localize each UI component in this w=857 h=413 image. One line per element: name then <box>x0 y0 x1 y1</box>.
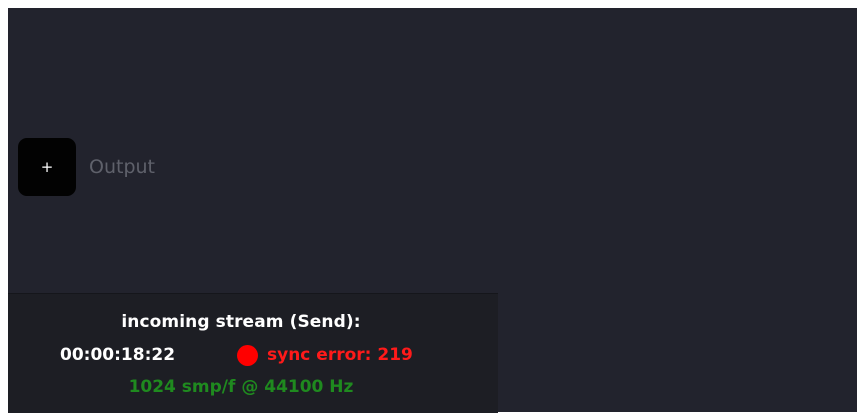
main-panel: + Output <box>8 8 857 293</box>
app-window: + Output incoming stream (Send): 00:00:1… <box>0 0 857 413</box>
plus-icon: + <box>40 157 54 176</box>
timecode: 00:00:18:22 <box>60 345 176 365</box>
sync-error-text: sync error: 219 <box>267 345 413 365</box>
stream-status-panel: incoming stream (Send): 00:00:18:22 sync… <box>8 293 498 413</box>
status-dot-icon <box>237 345 258 366</box>
output-row: + Output <box>18 138 155 196</box>
output-label: Output <box>89 156 155 178</box>
add-output-button[interactable]: + <box>18 138 76 196</box>
sample-rate-text: 1024 smp/f @ 44100 Hz <box>128 377 354 397</box>
stream-title: incoming stream (Send): <box>121 312 361 332</box>
empty-panel <box>498 293 857 412</box>
